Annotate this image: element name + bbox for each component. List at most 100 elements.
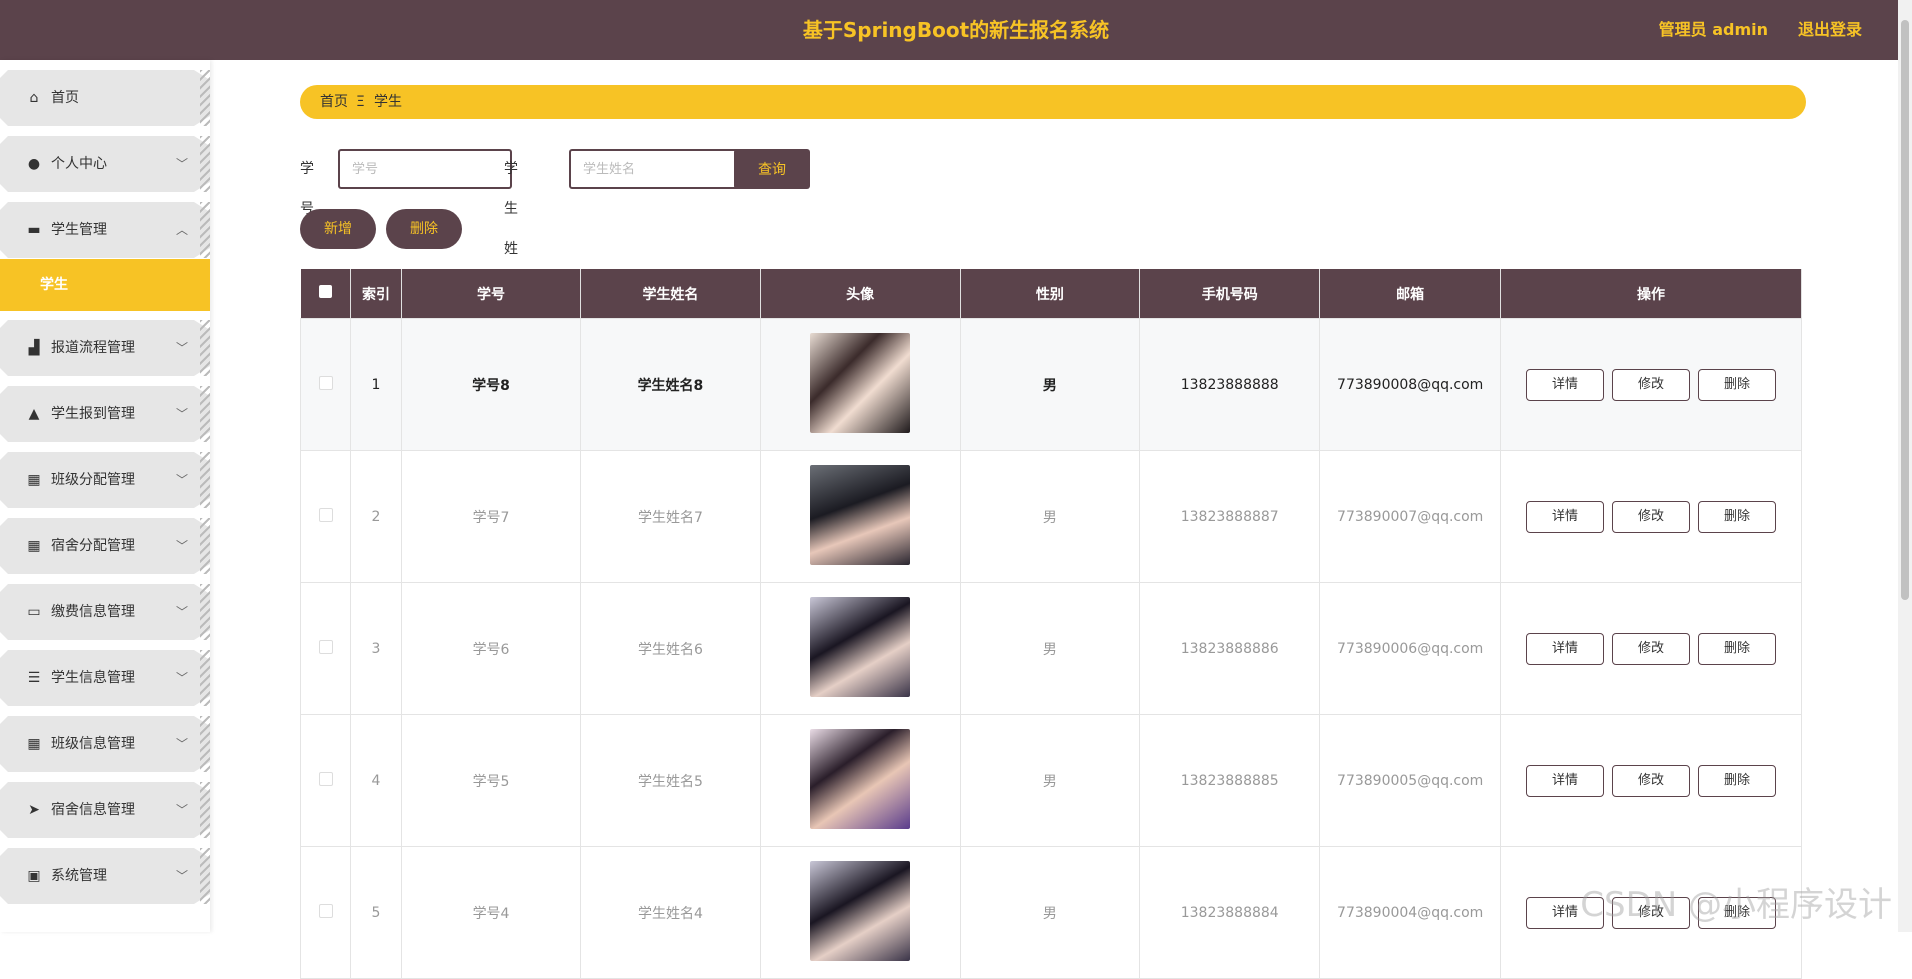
detail-button[interactable]: 详情: [1526, 368, 1604, 401]
cell-avatar: [759, 582, 961, 715]
avatar-image[interactable]: [810, 728, 911, 829]
logout-link[interactable]: 退出登录: [1798, 0, 1862, 60]
cell-email: 773890006@qq.com: [1319, 582, 1502, 715]
cell-avatar: [759, 450, 961, 583]
cell-student-name: 学生姓名8: [580, 318, 761, 451]
breadcrumb-current: 学生: [374, 94, 402, 110]
sidebar-item-label: 学生管理: [51, 222, 107, 238]
sidebar-item-3[interactable]: ▟ 报道流程管理 ﹀: [0, 320, 210, 376]
menu-item-stripe: [200, 386, 210, 442]
cell-phone: 13823888886: [1139, 582, 1321, 715]
edit-button[interactable]: 修改: [1612, 632, 1690, 665]
avatar-image[interactable]: [810, 464, 911, 565]
select-all-cell: [300, 269, 352, 319]
detail-button[interactable]: 详情: [1526, 764, 1604, 797]
query-button[interactable]: 查询: [734, 149, 810, 189]
cell-student-id: 学号5: [400, 714, 582, 847]
edit-button[interactable]: 修改: [1612, 368, 1690, 401]
delete-button[interactable]: 删除: [1698, 764, 1776, 797]
add-button[interactable]: 新增: [300, 209, 376, 249]
cell-student-id: 学号7: [400, 450, 582, 583]
grid-icon: ▦: [27, 736, 41, 752]
cell-gender: 男: [959, 450, 1141, 583]
sidebar-item-label: 学生报到管理: [51, 406, 135, 422]
edit-button[interactable]: 修改: [1612, 500, 1690, 533]
cell-avatar: [759, 714, 961, 847]
row-checkbox[interactable]: [318, 639, 333, 654]
grid-icon: ▦: [27, 472, 41, 488]
row-checkbox[interactable]: [318, 771, 333, 786]
col-header-gender: 性别: [960, 269, 1141, 319]
edit-button[interactable]: 修改: [1612, 764, 1690, 797]
cell-email: 773890005@qq.com: [1319, 714, 1502, 847]
student-id-input[interactable]: [338, 149, 512, 189]
cell-student-name: 学生姓名5: [580, 714, 761, 847]
sidebar-item-2[interactable]: ▬ 学生管理 ︿: [0, 202, 210, 258]
avatar-image[interactable]: [810, 860, 911, 961]
col-header-email: 邮箱: [1319, 269, 1502, 319]
sidebar-item-5[interactable]: ▦ 班级分配管理 ﹀: [0, 452, 210, 508]
row-checkbox[interactable]: [318, 375, 333, 390]
student-name-input[interactable]: [569, 149, 743, 189]
cell-actions: 详情 修改 删除: [1500, 450, 1802, 583]
menu-item-stripe: [200, 70, 210, 126]
menu-item-stripe: [200, 650, 210, 706]
sidebar-item-4[interactable]: ▲ 学生报到管理 ﹀: [0, 386, 210, 442]
delete-button[interactable]: 删除: [1698, 632, 1776, 665]
sidebar-item-label: 报道流程管理: [51, 340, 135, 356]
chevron-icon: ﹀: [175, 341, 188, 355]
table-header-row: 索引 学号 学生姓名 头像 性别 手机号码 邮箱 操作: [300, 269, 1802, 319]
sidebar-item-8[interactable]: ☰ 学生信息管理 ﹀: [0, 650, 210, 706]
delete-button[interactable]: 删除: [1698, 368, 1776, 401]
chevron-icon: ﹀: [175, 157, 188, 171]
sidebar-item-11[interactable]: ▣ 系统管理 ﹀: [0, 848, 210, 904]
cell-gender: 男: [959, 582, 1141, 715]
sidebar-item-10[interactable]: ➤ 宿舍信息管理 ﹀: [0, 782, 210, 838]
avatar-image[interactable]: [810, 596, 911, 697]
sidebar-item-1[interactable]: ● 个人中心 ﹀: [0, 136, 210, 192]
row-select-cell: [299, 318, 352, 451]
table-row[interactable]: 4 学号5 学生姓名5 男 13823888885 773890005@qq.com 详情修…: [299, 714, 1802, 847]
batch-delete-button[interactable]: 删除: [386, 209, 462, 249]
sidebar-item-label: 个人中心: [51, 156, 107, 172]
chevron-icon: ﹀: [175, 869, 188, 883]
sidebar-item-7[interactable]: ▭ 缴费信息管理 ﹀: [0, 584, 210, 640]
chevron-icon: ﹀: [175, 539, 188, 553]
sidebar-item-6[interactable]: ▦ 宿舍分配管理 ﹀: [0, 518, 210, 574]
cell-student-name: 学生姓名4: [580, 846, 761, 979]
person-icon: ▲: [28, 406, 40, 422]
sidebar-subitem-student[interactable]: 学生: [0, 259, 210, 311]
avatar-image[interactable]: [810, 332, 911, 433]
scrollbar-thumb[interactable]: [1901, 20, 1909, 600]
row-checkbox[interactable]: [318, 507, 333, 522]
col-header-student-id: 学号: [401, 269, 582, 319]
sidebar-item-label: 首页: [51, 90, 79, 106]
table-row[interactable]: 2 学号7 学生姓名7 男 13823888887 773890007@qq.com 详情修…: [299, 450, 1802, 583]
menu-item-stripe: [200, 782, 210, 838]
select-all-checkbox[interactable]: [318, 285, 332, 298]
detail-button[interactable]: 详情: [1526, 632, 1604, 665]
cell-index: 2: [350, 450, 402, 583]
table-row[interactable]: 1 学号8 学生姓名8 男 13823888888 773890008@qq.com 详情修…: [299, 318, 1802, 451]
table-row[interactable]: 5 学号4 学生姓名4 男 13823888884 773890004@qq.com 详情修…: [299, 846, 1802, 979]
home-icon: ⌂: [29, 90, 39, 106]
sidebar-item-label: 学生信息管理: [51, 670, 135, 686]
sidebar-item-9[interactable]: ▦ 班级信息管理 ﹀: [0, 716, 210, 772]
page-scrollbar[interactable]: [1898, 0, 1912, 932]
delete-button[interactable]: 删除: [1698, 500, 1776, 533]
sidebar-item-0[interactable]: ⌂ 首页: [0, 70, 210, 126]
table-row[interactable]: 3 学号6 学生姓名6 男 13823888886 773890006@qq.com 详情修…: [299, 582, 1802, 715]
cell-gender: 男: [959, 318, 1141, 451]
flag-icon: ▬: [27, 222, 41, 238]
send-icon: ➤: [28, 802, 40, 818]
detail-button[interactable]: 详情: [1526, 500, 1604, 533]
menu-item-stripe: [200, 716, 210, 772]
cell-student-name: 学生姓名6: [580, 582, 761, 715]
cell-index: 5: [350, 846, 402, 979]
breadcrumb-home[interactable]: 首页: [320, 85, 348, 119]
row-checkbox[interactable]: [318, 903, 333, 918]
breadcrumb-separator-icon: Ξ: [356, 94, 365, 110]
cell-phone: 13823888888: [1139, 318, 1321, 451]
cell-index: 1: [350, 318, 402, 451]
cell-gender: 男: [959, 714, 1141, 847]
